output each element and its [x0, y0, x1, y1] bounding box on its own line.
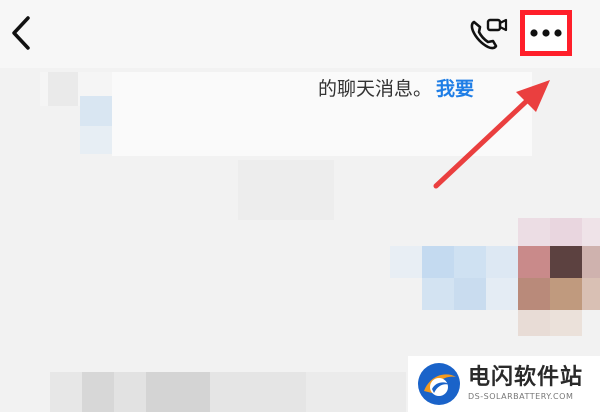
- watermark-badge: 电闪软件站 DS-SOLARBATTERY.COM: [408, 356, 600, 412]
- back-button[interactable]: [4, 12, 44, 54]
- watermark-title: 电闪软件站: [468, 365, 584, 390]
- watermark-logo-icon: [418, 363, 460, 405]
- more-dots-icon: [530, 29, 562, 37]
- watermark-subtitle: DS-SOLARBATTERY.COM: [468, 392, 574, 401]
- video-call-button[interactable]: [466, 14, 510, 54]
- video-call-icon: [470, 18, 508, 50]
- top-bar: [0, 0, 600, 68]
- notice-text: 的聊天消息。: [318, 78, 433, 100]
- more-options-button[interactable]: [520, 10, 572, 56]
- chevron-left-icon: [12, 16, 30, 50]
- annotation-arrow: [433, 80, 550, 189]
